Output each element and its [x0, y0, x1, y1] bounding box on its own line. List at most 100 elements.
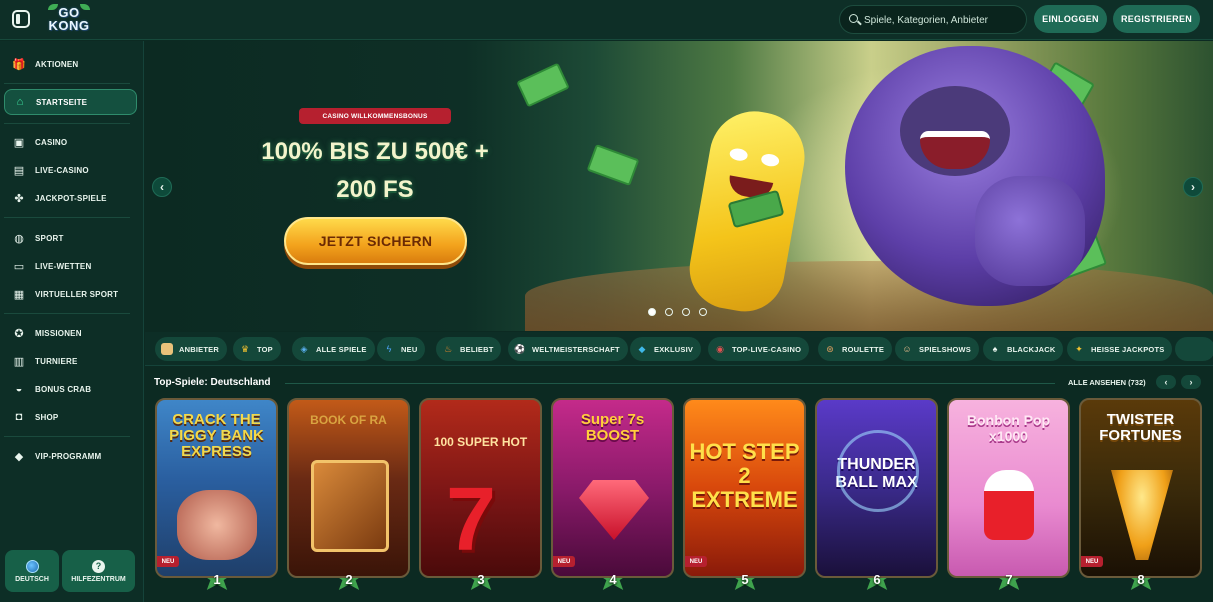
- popsicle-icon: [984, 470, 1034, 540]
- money-bill-icon: [516, 62, 570, 108]
- sidebar-item-label: SPORT: [35, 233, 64, 243]
- chevron-left-icon: ‹: [1164, 377, 1168, 387]
- bag-icon: ◘: [15, 411, 23, 423]
- sidebar-item-casino[interactable]: ▣ CASINO: [4, 129, 137, 155]
- game-card-bonbon-pop[interactable]: Bonbon Pop x1000: [947, 398, 1070, 578]
- category-spielshows[interactable]: ☺ SPIELSHOWS: [895, 337, 980, 361]
- crab-icon: ◒: [15, 383, 23, 395]
- category-more[interactable]: [1175, 337, 1213, 361]
- sidebar-item-live-wetten[interactable]: ▭ LIVE-WETTEN: [4, 253, 137, 279]
- language-label: DEUTSCH: [15, 575, 49, 583]
- slide-dot[interactable]: [648, 308, 656, 316]
- game-card-super-7s-boost[interactable]: Super 7s BOOST NEU: [551, 398, 674, 578]
- sidebar-item-startseite[interactable]: ⌂ STARTSEITE: [4, 89, 137, 115]
- ball-icon: ◍: [14, 232, 24, 245]
- gokong-logo[interactable]: GO KONG: [46, 2, 92, 38]
- tornado-icon: [1111, 470, 1173, 560]
- category-exklusiv[interactable]: ◆ EXKLUSIV: [630, 337, 702, 361]
- cta-button[interactable]: JETZT SICHERN: [284, 217, 467, 265]
- sidebar-item-label: CASINO: [35, 137, 68, 147]
- category-alle-spiele[interactable]: ◈ ALLE SPIELE: [292, 337, 375, 361]
- sidebar-item-missionen[interactable]: ✪ MISSIONEN: [4, 320, 137, 346]
- banner-next-button[interactable]: ›: [1183, 177, 1203, 197]
- top-bar: GO KONG EINLOGGEN REGISTRIEREN: [0, 0, 1213, 40]
- controller-icon: ◈: [300, 343, 308, 354]
- diamond-icon: ◆: [14, 450, 24, 463]
- sidebar-item-shop[interactable]: ◘ SHOP: [4, 404, 137, 430]
- section-divider: [285, 383, 1055, 384]
- login-button[interactable]: EINLOGGEN: [1034, 5, 1107, 33]
- sidebar-item-jackpot-spiele[interactable]: ✤ JACKPOT-SPIELE: [4, 185, 137, 211]
- sidebar-item-aktionen[interactable]: 🎁 AKTIONEN: [4, 51, 137, 77]
- game-card-hot-step-2-extreme[interactable]: HOT STEP 2 EXTREME NEU: [683, 398, 806, 578]
- gorilla-fist: [975, 176, 1085, 286]
- category-label: TOP: [257, 344, 273, 354]
- language-button[interactable]: DEUTSCH: [5, 550, 59, 592]
- game-card-book-of-ra[interactable]: BOOK OF RA: [287, 398, 410, 578]
- game-rank: 5: [734, 568, 756, 590]
- category-anbieter[interactable]: ANBIETER: [155, 337, 227, 361]
- search-box[interactable]: [839, 5, 1027, 34]
- slide-dot[interactable]: [682, 308, 690, 316]
- game-rank: 4: [602, 568, 624, 590]
- divider: [4, 217, 130, 218]
- sidebar-item-vip-programm[interactable]: ◆ VIP-PROGRAMM: [4, 443, 137, 469]
- category-blackjack[interactable]: ♠ BLACKJACK: [983, 337, 1064, 361]
- banana-eye: [728, 147, 749, 163]
- sidebar-item-label: LIVE-WETTEN: [35, 261, 92, 271]
- promo-headline-2: 200 FS: [336, 176, 414, 203]
- slide-dot[interactable]: [699, 308, 707, 316]
- new-badge: NEU: [685, 556, 707, 567]
- home-icon: ⌂: [16, 96, 24, 108]
- category-top-live-casino[interactable]: ◉ TOP-LIVE-CASINO: [708, 337, 810, 361]
- book-icon: [311, 460, 389, 552]
- category-beliebt[interactable]: ♨ BELIEBT: [436, 337, 502, 361]
- chevron-left-icon: ‹: [160, 180, 164, 194]
- game-card-twister-fortunes[interactable]: TWISTER FORTUNES NEU: [1079, 398, 1202, 578]
- game-title: HOT STEP 2 EXTREME: [689, 439, 800, 512]
- category-heisse-jackpots[interactable]: ✦ HEISSE JACKPOTS: [1067, 337, 1173, 361]
- sidebar-item-turniere[interactable]: ▥ TURNIERE: [4, 348, 137, 374]
- banner-prev-button[interactable]: ‹: [152, 177, 172, 197]
- game-title: Super 7s BOOST: [580, 411, 645, 444]
- game-card-thunder-ball-max[interactable]: THUNDER BALL MAX: [815, 398, 938, 578]
- sidebar-item-sport[interactable]: ◍ SPORT: [4, 225, 137, 251]
- banner-ground: [525, 261, 1213, 331]
- sidebar-toggle-icon[interactable]: [12, 10, 30, 28]
- new-badge: NEU: [553, 556, 575, 567]
- game-rank: 3: [470, 568, 492, 590]
- sidebar-item-bonus-crab[interactable]: ◒ BONUS CRAB: [4, 376, 137, 402]
- slide-dot[interactable]: [665, 308, 673, 316]
- search-icon: [849, 14, 858, 23]
- category-bar: ANBIETER ♛ TOP ◈ ALLE SPIELE ϟ NEU ♨ BEL…: [145, 332, 1213, 366]
- sidebar-item-virtueller-sport[interactable]: ▦ VIRTUELLER SPORT: [4, 281, 137, 307]
- category-roulette[interactable]: ⊛ ROULETTE: [818, 337, 893, 361]
- game-title: BOOK OF RA: [310, 413, 387, 427]
- game-card-100-super-hot[interactable]: 100 SUPER HOT 7: [419, 398, 542, 578]
- seven-icon: 7: [446, 470, 497, 570]
- category-label: EXKLUSIV: [654, 344, 694, 354]
- view-all-link[interactable]: ALLE ANSEHEN (732): [1068, 378, 1146, 387]
- divider: [4, 83, 130, 84]
- help-center-button[interactable]: ? HILFEZENTRUM: [62, 550, 135, 592]
- sidebar-item-live-casino[interactable]: ▤ LIVE-CASINO: [4, 157, 137, 183]
- cards-icon: ▤: [13, 164, 25, 177]
- register-button[interactable]: REGISTRIEREN: [1113, 5, 1200, 33]
- category-top[interactable]: ♛ TOP: [233, 337, 281, 361]
- divider: [4, 313, 130, 314]
- promo-banner[interactable]: CASINO WILLKOMMENSBONUS 100% BIS ZU 500€…: [145, 41, 1213, 331]
- game-rank: 1: [206, 568, 228, 590]
- game-rank: 8: [1130, 568, 1152, 590]
- games-next-button[interactable]: ›: [1181, 375, 1201, 389]
- category-label: BLACKJACK: [1007, 344, 1056, 354]
- section-title: Top-Spiele: Deutschland: [154, 377, 271, 388]
- ball-icon: [837, 430, 919, 512]
- category-weltmeisterschaft[interactable]: ⚽ WELTMEISTERSCHAFT: [508, 337, 628, 361]
- category-label: ROULETTE: [842, 344, 885, 354]
- search-input[interactable]: [864, 10, 1022, 30]
- fire-icon: ♨: [443, 343, 453, 354]
- game-card-crack-the-piggy-bank[interactable]: CRACK THE PIGGY BANK EXPRESS NEU: [155, 398, 278, 578]
- money-bill-icon: [586, 143, 640, 187]
- category-neu[interactable]: ϟ NEU: [377, 337, 426, 361]
- games-prev-button[interactable]: ‹: [1156, 375, 1176, 389]
